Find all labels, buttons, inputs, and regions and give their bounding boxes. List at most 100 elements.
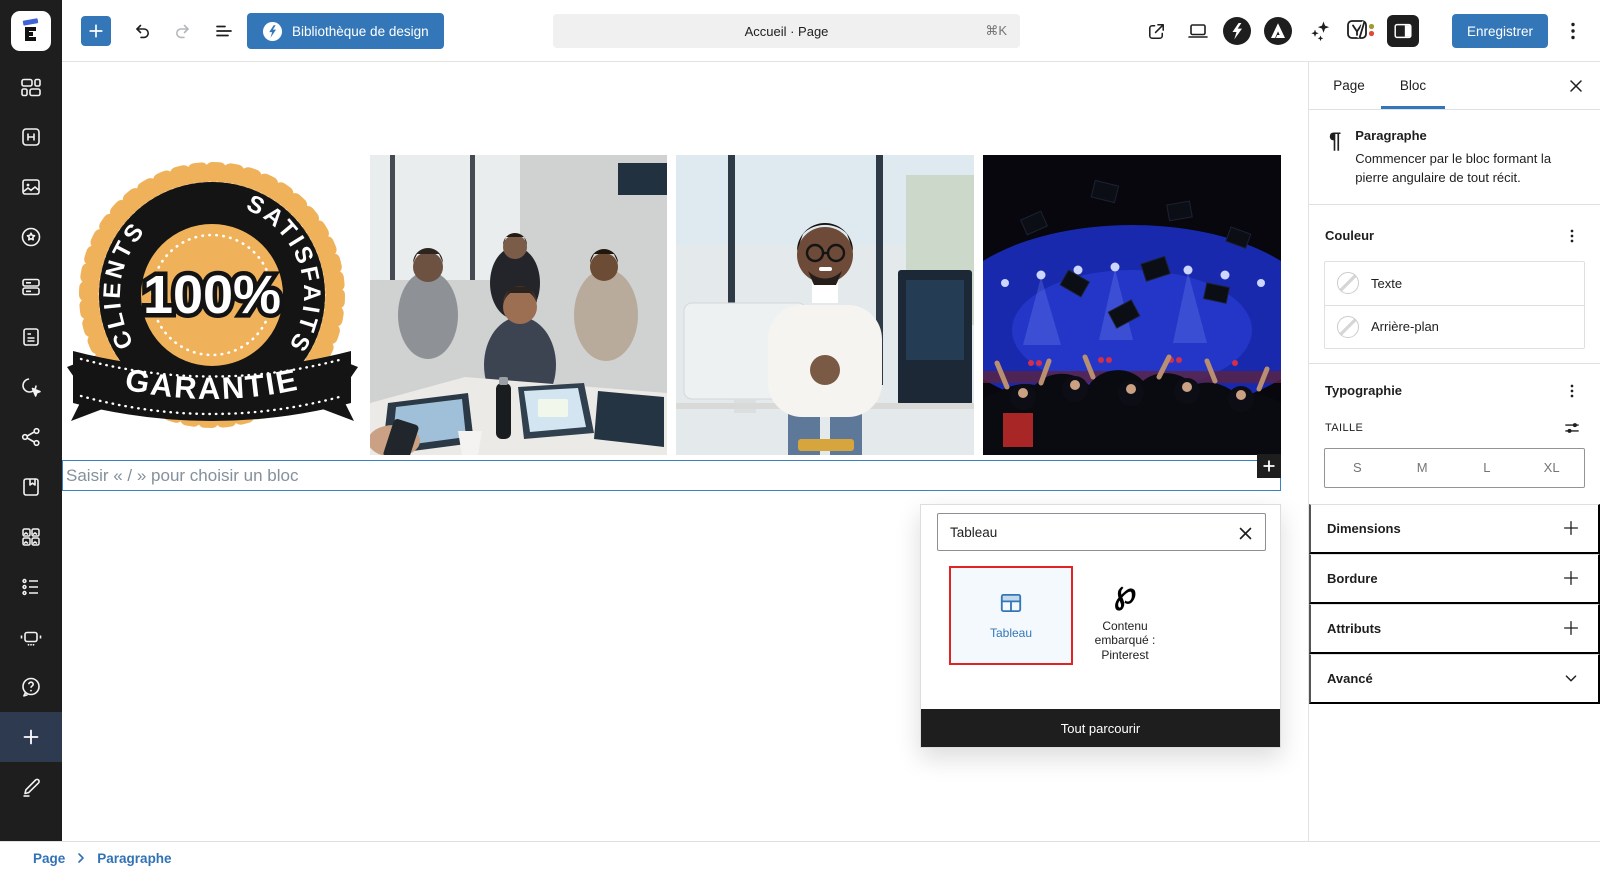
rail-item-share[interactable] (0, 412, 62, 462)
save-label: Enregistrer (1467, 24, 1533, 39)
breadcrumb-bar: Page Paragraphe (0, 841, 1600, 874)
breadcrumb-page[interactable]: Page (33, 851, 65, 866)
rail-item-edit[interactable] (0, 762, 62, 812)
section-divider (1309, 363, 1600, 364)
help-icon (19, 675, 43, 699)
plus-icon (1560, 567, 1582, 589)
block-append-button[interactable] (1257, 454, 1281, 478)
document-icon (19, 325, 43, 349)
color-section-title: Couleur (1325, 228, 1374, 243)
design-library-button[interactable]: Bibliothèque de design (247, 13, 444, 49)
kebab-menu-icon (1562, 381, 1582, 401)
redo-button[interactable] (168, 16, 198, 46)
typography-section-header: Typographie (1309, 368, 1600, 414)
view-site-button[interactable] (1141, 16, 1171, 46)
advanced-panel-toggle[interactable]: Avancé (1309, 654, 1600, 704)
color-controls: Texte Arrière-plan (1324, 261, 1585, 349)
text-color-label: Texte (1371, 276, 1402, 291)
background-color-control[interactable]: Arrière-plan (1325, 305, 1584, 348)
kebab-menu-icon (1561, 19, 1585, 43)
size-option-s[interactable]: S (1325, 449, 1390, 487)
clear-search-button[interactable] (1236, 524, 1254, 542)
border-title: Bordure (1327, 571, 1378, 586)
yoast-seo-button[interactable] (1345, 16, 1381, 46)
table-block-icon (998, 590, 1024, 616)
list-view-icon (212, 19, 236, 43)
templates-icon (19, 75, 43, 99)
rail-item-insert-active[interactable] (0, 712, 62, 762)
save-button[interactable]: Enregistrer (1452, 14, 1548, 48)
block-result-pinterest[interactable]: ℘ Contenu embarqué : Pinterest (1073, 575, 1177, 662)
bookmark-book-icon (19, 475, 43, 499)
chevron-down-icon (1560, 667, 1582, 689)
external-link-icon (1145, 20, 1168, 43)
tab-block[interactable]: Bloc (1381, 62, 1445, 109)
gallery-image-classroom[interactable] (370, 155, 667, 455)
typography-section-title: Typographie (1325, 383, 1402, 398)
gallery-image-man-office[interactable] (676, 155, 974, 455)
kebab-menu-icon (1562, 226, 1582, 246)
redo-icon (171, 19, 195, 43)
text-color-control[interactable]: Texte (1325, 262, 1584, 305)
browse-all-button[interactable]: Tout parcourir (921, 709, 1280, 747)
block-search-input[interactable] (937, 513, 1266, 551)
preview-device-button[interactable] (1183, 16, 1213, 46)
rail-item-image[interactable] (0, 162, 62, 212)
sliders-icon (1562, 418, 1582, 438)
size-option-xl[interactable]: XL (1519, 449, 1584, 487)
plus-icon (1262, 459, 1276, 473)
rail-item-heading[interactable] (0, 112, 62, 162)
paragraph-placeholder: Saisir « / » pour choisir un bloc (63, 466, 298, 486)
close-sidebar-button[interactable] (1566, 76, 1586, 96)
dimensions-panel-toggle[interactable]: Dimensions (1309, 504, 1600, 554)
share-icon (19, 425, 43, 449)
rail-item-carousel[interactable] (0, 612, 62, 662)
options-menu-button[interactable] (1558, 16, 1588, 46)
border-panel-toggle[interactable]: Bordure (1309, 554, 1600, 604)
font-size-settings-button[interactable] (1560, 416, 1584, 440)
list-view-button[interactable] (209, 16, 239, 46)
breadcrumb-paragraph[interactable]: Paragraphe (97, 851, 171, 866)
tab-page[interactable]: Page (1317, 62, 1381, 109)
close-icon (1238, 526, 1253, 541)
rail-item-document[interactable] (0, 312, 62, 362)
rail-item-help[interactable] (0, 662, 62, 712)
rail-item-gallery[interactable] (0, 512, 62, 562)
undo-button[interactable] (127, 16, 157, 46)
stackable-plugin-button[interactable] (1222, 16, 1252, 46)
block-result-table[interactable]: Tableau (951, 568, 1071, 663)
rail-item-click[interactable] (0, 362, 62, 412)
plus-icon (19, 725, 43, 749)
rows-icon (19, 275, 43, 299)
rail-item-badge[interactable] (0, 212, 62, 262)
image-block-icon (19, 175, 43, 199)
document-bar[interactable]: Accueil · Page ⌘K (553, 14, 1020, 48)
size-option-m[interactable]: M (1390, 449, 1455, 487)
advanced-title: Avancé (1327, 671, 1373, 686)
attributes-panel-toggle[interactable]: Attributs (1309, 604, 1600, 654)
rail-item-list[interactable] (0, 562, 62, 612)
quick-block-inserter: Tableau ℘ Contenu embarqué : Pinterest T… (920, 504, 1281, 748)
chevron-right-icon (75, 852, 87, 864)
rail-item-book[interactable] (0, 462, 62, 512)
gallery-image-graduation[interactable] (983, 155, 1281, 455)
astra-theme-button[interactable] (1263, 16, 1293, 46)
block-result-label: Contenu embarqué : Pinterest (1081, 619, 1169, 662)
block-name: Paragraphe (1355, 128, 1573, 143)
gallery-image-guarantee-badge[interactable]: CLIENTS SATISFAITS 100% GARANTIE (65, 155, 360, 445)
star-circle-icon (19, 225, 43, 249)
selected-paragraph-block[interactable]: Saisir « / » pour choisir un bloc (62, 460, 1281, 491)
ai-assistant-button[interactable] (1305, 16, 1335, 46)
site-logo-button[interactable] (0, 0, 62, 62)
undo-icon (130, 19, 154, 43)
block-inserter-button[interactable] (81, 16, 111, 46)
rail-item-templates[interactable] (0, 62, 62, 112)
size-option-l[interactable]: L (1455, 449, 1520, 487)
plus-icon (1560, 617, 1582, 639)
top-toolbar: Bibliothèque de design Accueil · Page ⌘K (0, 0, 1600, 62)
settings-sidebar-toggle[interactable] (1387, 15, 1419, 47)
rail-item-rows[interactable] (0, 262, 62, 312)
typography-options-button[interactable] (1560, 379, 1584, 403)
color-options-button[interactable] (1560, 224, 1584, 248)
yoast-seo-icon (1346, 18, 1380, 44)
